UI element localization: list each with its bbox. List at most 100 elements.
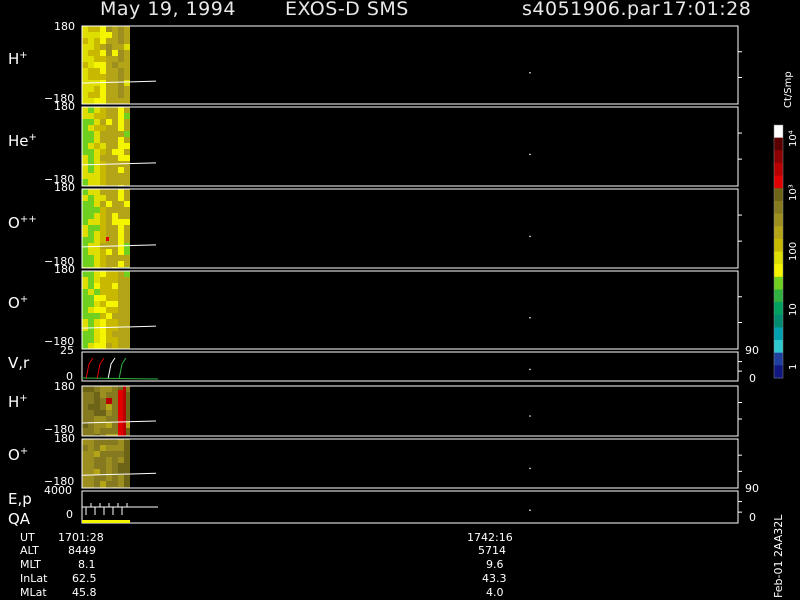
- heatmap-cell: [88, 50, 94, 56]
- heatmap-cell: [94, 167, 100, 173]
- heatmap-cell: [100, 295, 106, 301]
- heatmap-cell: [100, 307, 106, 313]
- heatmap-cell: [82, 331, 88, 337]
- heatmap-cell: [112, 428, 118, 434]
- colorbar-segment: [774, 137, 783, 151]
- heatmap-cell: [112, 167, 118, 173]
- heatmap-cell: [118, 463, 124, 469]
- heatmap-cell: [100, 237, 106, 243]
- heatmap-cell: [82, 469, 88, 475]
- heatmap-cell: [94, 331, 100, 337]
- heatmap-cell: [118, 179, 124, 185]
- heatmap-cell: [106, 68, 112, 74]
- heatmap-cell: [88, 301, 94, 307]
- heatmap-cell: [118, 119, 124, 125]
- heatmap-cell: [106, 313, 112, 319]
- heatmap-cell: [112, 56, 118, 62]
- heatmap-cell: [88, 319, 94, 325]
- heatmap-cell: [88, 277, 94, 283]
- heatmap-cell: [94, 343, 100, 349]
- heatmap-cell: [100, 98, 106, 104]
- heatmap-cell: [118, 107, 124, 113]
- heatmap-cell: [82, 404, 88, 410]
- colorbar-segment: [774, 162, 783, 177]
- heatmap-cell: [118, 86, 124, 92]
- heatmap-cell: [112, 119, 118, 125]
- heatmap-cell: [124, 98, 130, 104]
- heatmap-cell: [88, 398, 94, 404]
- heatmap-cell: [100, 149, 106, 155]
- heatmap-cell: [124, 68, 130, 74]
- heatmap-cell: [88, 38, 94, 44]
- heatmap-cell: [124, 74, 130, 80]
- heatmap-cell: [124, 131, 130, 137]
- heatmap-cell: [118, 475, 124, 481]
- heatmap-cell: [112, 86, 118, 92]
- heatmap-cell: [112, 289, 118, 295]
- heatmap-cell: [88, 289, 94, 295]
- heatmap-cell: [106, 451, 112, 457]
- heatmap-cell: [88, 44, 94, 50]
- heatmap-cell: [124, 92, 130, 98]
- energy-trace: [121, 503, 128, 515]
- heatmap-cell: [124, 189, 130, 195]
- heatmap-cell: [100, 125, 106, 131]
- data-point: [529, 153, 531, 156]
- heatmap-cell: [82, 86, 88, 92]
- heatmap-cell: [100, 213, 106, 219]
- heatmap-cell: [106, 131, 112, 137]
- heatmap-cell: [118, 319, 124, 325]
- heatmap-cell: [124, 319, 130, 325]
- heatmap-cell: [94, 410, 100, 416]
- heatmap-cell: [94, 207, 100, 213]
- panel-frame: [81, 188, 739, 269]
- heatmap-cell: [100, 457, 106, 463]
- heatmap-cell: [82, 137, 88, 143]
- heatmap-cell: [94, 201, 100, 207]
- heatmap-cell: [94, 439, 100, 445]
- heatmap-cell: [94, 68, 100, 74]
- heatmap-cell: [100, 255, 106, 261]
- heatmap-cell: [88, 201, 94, 207]
- heatmap-cell: [100, 92, 106, 98]
- heatmap-cell: [82, 295, 88, 301]
- heatmap-cell: [112, 404, 118, 410]
- heatmap-cell: [82, 261, 88, 267]
- heatmap-cell: [94, 189, 100, 195]
- heatmap-cell: [106, 416, 112, 422]
- heatmap-cell: [106, 50, 112, 56]
- heatmap-cell: [118, 26, 124, 32]
- panel-frame: [81, 490, 739, 524]
- velocity-trace: [96, 357, 105, 380]
- heatmap-cell: [118, 289, 124, 295]
- heatmap-cell: [106, 98, 112, 104]
- heatmap-cell: [106, 249, 112, 255]
- heatmap-cell: [106, 283, 112, 289]
- heatmap-cell: [94, 261, 100, 267]
- heatmap-cell: [88, 56, 94, 62]
- heatmap-cell: [94, 137, 100, 143]
- heatmap-cell: [106, 404, 112, 410]
- heatmap-cell: [82, 231, 88, 237]
- heatmap-cell: [94, 283, 100, 289]
- heatmap-cell: [118, 343, 124, 349]
- heatmap-cell: [100, 56, 106, 62]
- heatmap-cell: [88, 113, 94, 119]
- heatmap-cell: [118, 295, 124, 301]
- spectrogram-plot: [81, 25, 784, 524]
- heatmap-cell: [112, 331, 118, 337]
- heatmap-cell: [124, 237, 130, 243]
- heatmap-cell: [94, 26, 100, 32]
- heatmap-cell: [118, 307, 124, 313]
- heatmap-cell: [88, 331, 94, 337]
- heatmap-cell: [82, 481, 88, 487]
- heatmap-cell: [124, 463, 130, 469]
- heatmap-cell: [88, 271, 94, 277]
- heatmap-cell: [88, 386, 94, 392]
- heatmap-cell: [112, 422, 118, 428]
- heatmap-cell: [118, 325, 124, 331]
- heatmap-cell: [106, 231, 112, 237]
- heatmap-cell: [106, 219, 112, 225]
- heatmap-cell: [94, 307, 100, 313]
- heatmap-cell: [112, 189, 118, 195]
